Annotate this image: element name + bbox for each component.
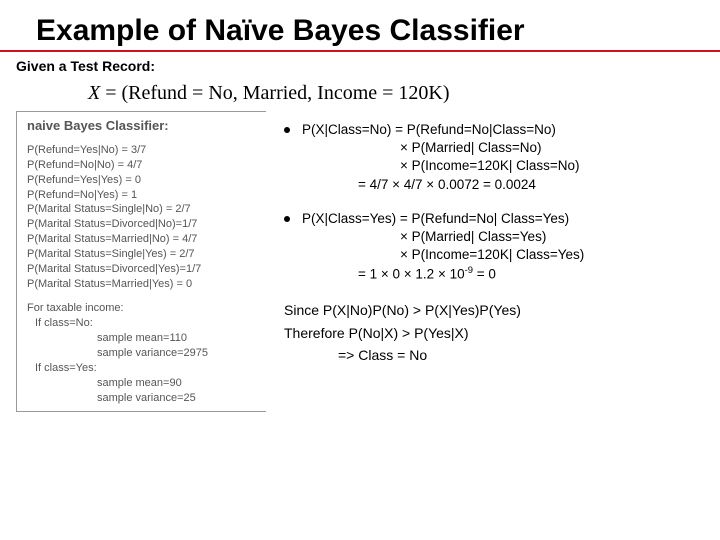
conclusion-therefore: Therefore P(No|X) > P(Yes|X) bbox=[284, 322, 720, 344]
prob-line: P(Marital Status=Divorced|No)=1/7 bbox=[27, 217, 260, 232]
prob-line: P(Marital Status=Single|No) = 2/7 bbox=[27, 202, 260, 217]
slide-title: Example of Naïve Bayes Classifier bbox=[0, 0, 720, 52]
calc-class-yes: P(X|Class=Yes) = P(Refund=No| Class=Yes)… bbox=[284, 210, 720, 283]
income-class-no-label: If class=No: bbox=[27, 316, 260, 331]
formula-x: X bbox=[88, 82, 100, 104]
conclusion: Since P(X|No)P(No) > P(X|Yes)P(Yes) Ther… bbox=[284, 299, 720, 366]
calc-no-line2: × P(Married| Class=No) bbox=[302, 139, 579, 157]
prob-line: P(Refund=No|No) = 4/7 bbox=[27, 158, 260, 173]
prob-line: P(Marital Status=Married|Yes) = 0 bbox=[27, 277, 260, 292]
calc-yes-line3: × P(Income=120K| Class=Yes) bbox=[302, 246, 584, 264]
prob-line: P(Refund=Yes|No) = 3/7 bbox=[27, 143, 260, 158]
prob-line: P(Marital Status=Divorced|Yes)=1/7 bbox=[27, 262, 260, 277]
calc-no-line1: P(X|Class=No) = P(Refund=No|Class=No) bbox=[302, 121, 579, 139]
classifier-panel: naive Bayes Classifier: P(Refund=Yes|No)… bbox=[16, 111, 266, 412]
calc-class-no: P(X|Class=No) = P(Refund=No|Class=No) × … bbox=[284, 121, 720, 194]
calculation-panel: P(X|Class=No) = P(Refund=No|Class=No) × … bbox=[266, 111, 720, 412]
classifier-header: naive Bayes Classifier: bbox=[27, 118, 260, 133]
test-record-formula: X = (Refund = No, Married, Income = 120K… bbox=[0, 82, 720, 105]
prob-line: P(Marital Status=Single|Yes) = 2/7 bbox=[27, 247, 260, 262]
bullet-icon bbox=[284, 216, 290, 222]
income-no-variance: sample variance=2975 bbox=[27, 346, 260, 361]
income-header: For taxable income: bbox=[27, 301, 260, 316]
bullet-icon bbox=[284, 127, 290, 133]
prob-line: P(Marital Status=Married|No) = 4/7 bbox=[27, 232, 260, 247]
calc-yes-line1: P(X|Class=Yes) = P(Refund=No| Class=Yes) bbox=[302, 210, 584, 228]
calc-no-result: = 4/7 × 4/7 × 0.0072 = 0.0024 bbox=[302, 176, 579, 194]
income-yes-mean: sample mean=90 bbox=[27, 376, 260, 391]
income-no-mean: sample mean=110 bbox=[27, 331, 260, 346]
calc-yes-line2: × P(Married| Class=Yes) bbox=[302, 228, 584, 246]
given-record-label: Given a Test Record: bbox=[0, 58, 720, 74]
income-class-yes-label: If class=Yes: bbox=[27, 361, 260, 376]
formula-body: = (Refund = No, Married, Income = 120K) bbox=[100, 82, 449, 104]
calc-no-line3: × P(Income=120K| Class=No) bbox=[302, 157, 579, 175]
income-yes-variance: sample variance=25 bbox=[27, 391, 260, 406]
prob-line: P(Refund=No|Yes) = 1 bbox=[27, 188, 260, 203]
content-columns: naive Bayes Classifier: P(Refund=Yes|No)… bbox=[0, 111, 720, 412]
calc-yes-result: = 1 × 0 × 1.2 × 10-9 = 0 bbox=[302, 265, 584, 284]
conclusion-class: => Class = No bbox=[284, 344, 720, 366]
conclusion-since: Since P(X|No)P(No) > P(X|Yes)P(Yes) bbox=[284, 299, 720, 321]
prob-line: P(Refund=Yes|Yes) = 0 bbox=[27, 173, 260, 188]
